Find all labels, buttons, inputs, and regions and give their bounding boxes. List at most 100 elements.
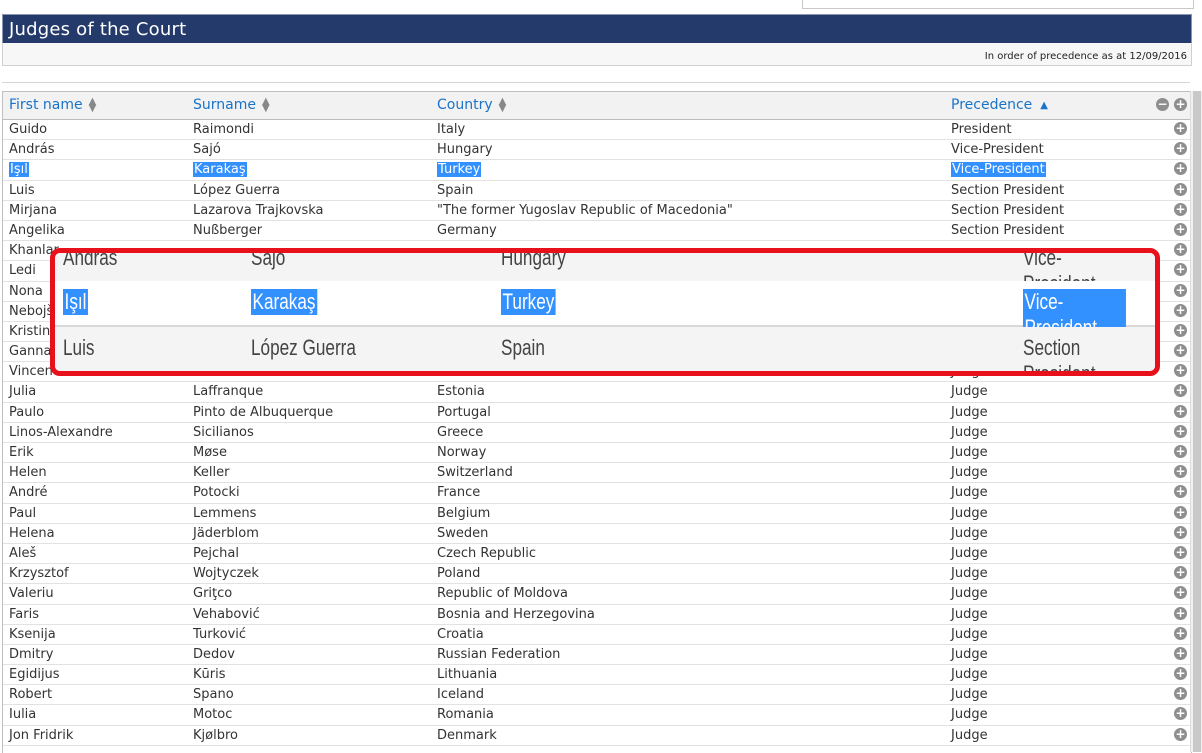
plus-circle-icon[interactable]: + — [1174, 142, 1187, 156]
column-precedence-label[interactable]: Precedence — [951, 97, 1032, 113]
table-row[interactable]: Faris Vehabović Bosnia and Herzegovina Judg… — [3, 605, 1191, 625]
plus-circle-icon[interactable]: + — [1174, 727, 1187, 741]
sort-asc-icon[interactable]: ▲ — [1040, 100, 1048, 111]
plus-circle-icon[interactable]: + — [1174, 344, 1187, 358]
table-row[interactable]: Helena Jäderblom Sweden Judge + — [3, 524, 1191, 544]
column-country[interactable]: Country ▲ ▼ — [437, 97, 507, 114]
table-row[interactable]: Dmitry Dedov Russian Federation Judge + — [3, 645, 1191, 666]
plus-circle-icon[interactable]: + — [1174, 707, 1187, 721]
precedence-cell: Judge — [951, 545, 988, 561]
plus-circle-icon[interactable]: + — [1174, 606, 1187, 620]
plus-circle-icon[interactable]: + — [1174, 202, 1187, 216]
plus-circle-icon[interactable]: + — [1174, 303, 1187, 317]
first-name-cell: Valeriu — [9, 586, 54, 602]
sort-updown-icon[interactable]: ▲ ▼ — [89, 97, 97, 114]
country-cell: Norway — [437, 445, 487, 460]
country-cell: Hungary — [437, 142, 493, 158]
table-row[interactable]: Luis López Guerra Spain Section President + — [3, 181, 1191, 201]
table-row[interactable]: András Sajó Hungary Vice-President + — [3, 140, 1191, 161]
table-row[interactable]: Egidijus Kūris Lithuania Judge + — [3, 665, 1191, 686]
column-surname[interactable]: Surname ▲ ▼ — [193, 97, 270, 114]
table-row[interactable]: Aleš Pejchal Czech Republic Judge + — [3, 544, 1191, 565]
zoom-row: Luis López Guerra Spain Section President — [55, 327, 1155, 371]
zoom-row: AndrásSajóHungaryVice-President — [55, 248, 1155, 296]
plus-circle-icon[interactable]: + — [1174, 485, 1187, 499]
plus-circle-icon[interactable]: + — [1174, 323, 1187, 337]
column-country-label[interactable]: Country — [437, 97, 493, 113]
table-row[interactable]: Erik Møse Norway Judge + — [3, 443, 1191, 464]
table-row[interactable]: Jon Fridrik Kjølbro Denmark Judge + — [3, 726, 1191, 746]
plus-circle-icon[interactable]: + — [1174, 364, 1187, 378]
plus-circle-icon[interactable]: + — [1174, 687, 1187, 701]
table-row[interactable]: Işıl Karakaş Turkey Vice-President + — [3, 160, 1191, 181]
column-first-name[interactable]: First name ▲ ▼ — [9, 97, 97, 114]
plus-circle-icon[interactable]: + — [1174, 243, 1187, 257]
precedence-cell: Judge — [951, 707, 988, 723]
plus-circle-icon[interactable]: + — [1174, 566, 1187, 580]
table-row[interactable]: Paul Lemmens Belgium Judge + — [3, 504, 1191, 524]
table-row[interactable]: Julia Laffranque Estonia Judge + — [3, 382, 1191, 403]
plus-circle-icon[interactable]: + — [1174, 283, 1187, 297]
plus-circle-icon[interactable]: + — [1174, 646, 1187, 660]
precedence-cell: Vice-President — [951, 162, 1046, 178]
expand-all-icon[interactable]: + — [1174, 98, 1187, 111]
country-cell: Croatia — [437, 626, 484, 642]
table-row[interactable]: Krzysztof Wojtyczek Poland Judge + — [3, 564, 1191, 585]
table-row[interactable]: Helen Keller Switzerland Judge + — [3, 463, 1191, 484]
scrollbar-thumb[interactable] — [1193, 91, 1201, 752]
plus-circle-icon[interactable]: + — [1174, 162, 1187, 176]
surname-cell: Griţco — [193, 586, 233, 602]
column-precedence[interactable]: Precedence ▲ — [951, 97, 1048, 113]
collapse-all-icon[interactable]: − — [1156, 98, 1169, 111]
sort-updown-icon[interactable]: ▲ ▼ — [262, 97, 270, 114]
plus-circle-icon[interactable]: + — [1174, 122, 1187, 135]
table-row[interactable]: Iulia Motoc Romania Judge + — [3, 705, 1191, 726]
plus-circle-icon[interactable]: + — [1174, 384, 1187, 398]
plus-circle-icon[interactable]: + — [1174, 445, 1187, 458]
plus-circle-icon[interactable]: + — [1174, 626, 1187, 640]
table-row[interactable]: Angelika Nußberger Germany Section Presiden… — [3, 221, 1191, 242]
first-name-cell: Ganna — [9, 344, 52, 360]
table-row[interactable]: Valeriu Griţco Republic of Moldova Judge + — [3, 584, 1191, 605]
zoom-cell-surname: Sajó — [251, 248, 286, 270]
sort-updown-icon[interactable]: ▲ ▼ — [499, 97, 507, 114]
plus-circle-icon[interactable]: + — [1174, 404, 1187, 418]
country-cell: Turkey — [437, 162, 482, 178]
table-row[interactable]: Linos-Alexandre Sicilianos Greece Judge + — [3, 423, 1191, 443]
scrollbar[interactable] — [1190, 91, 1202, 752]
table-row[interactable]: Robert Spano Iceland Judge + — [3, 685, 1191, 706]
table-row[interactable]: André Potocki France Judge + — [3, 483, 1191, 504]
country-cell: Bosnia and Herzegovina — [437, 606, 595, 622]
table-row[interactable]: Paulo Pinto de Albuquerque Portugal Judge + — [3, 403, 1191, 423]
first-name-cell: Mirjana — [9, 202, 57, 218]
country-cell: Greece — [437, 424, 484, 440]
table-row[interactable]: Guido Raimondi Italy President + — [3, 120, 1191, 141]
surname-cell: Sajó — [193, 142, 221, 158]
country-cell: Iceland — [437, 687, 485, 703]
plus-circle-icon[interactable]: + — [1174, 525, 1187, 539]
judges-table: First name ▲ ▼ Surname ▲ ▼ Country ▲ ▼ Prec… — [2, 91, 1192, 753]
page-title: Judges of the Court — [9, 19, 187, 40]
panel-subheader: In order of precedence as at 12/09/2016 — [2, 43, 1192, 66]
plus-circle-icon[interactable]: + — [1174, 222, 1187, 236]
country-cell: Switzerland — [437, 465, 513, 481]
column-surname-label[interactable]: Surname — [193, 97, 256, 113]
plus-circle-icon[interactable]: + — [1174, 465, 1187, 479]
table-row[interactable]: Ksenija Turković Croatia Judge + — [3, 625, 1191, 645]
column-first-name-label[interactable]: First name — [9, 97, 83, 113]
plus-circle-icon[interactable]: + — [1174, 667, 1187, 681]
precedence-cell: Judge — [951, 384, 988, 400]
precedence-cell: Judge — [951, 586, 988, 602]
precedence-cell: Judge — [951, 465, 988, 481]
plus-circle-icon[interactable]: + — [1174, 586, 1187, 600]
plus-circle-icon[interactable]: + — [1174, 545, 1187, 559]
plus-circle-icon[interactable]: + — [1174, 424, 1187, 438]
country-cell: Italy — [437, 122, 466, 137]
plus-circle-icon[interactable]: + — [1174, 263, 1187, 277]
plus-circle-icon[interactable]: + — [1174, 505, 1187, 519]
plus-circle-icon[interactable]: + — [1174, 182, 1187, 196]
first-name-cell: Dmitry — [9, 646, 54, 662]
first-name-cell: Julia — [9, 384, 37, 400]
table-row[interactable]: Mirjana Lazarova Trajkovska "The former Yu… — [3, 201, 1191, 221]
precedence-cell: Judge — [951, 606, 988, 622]
